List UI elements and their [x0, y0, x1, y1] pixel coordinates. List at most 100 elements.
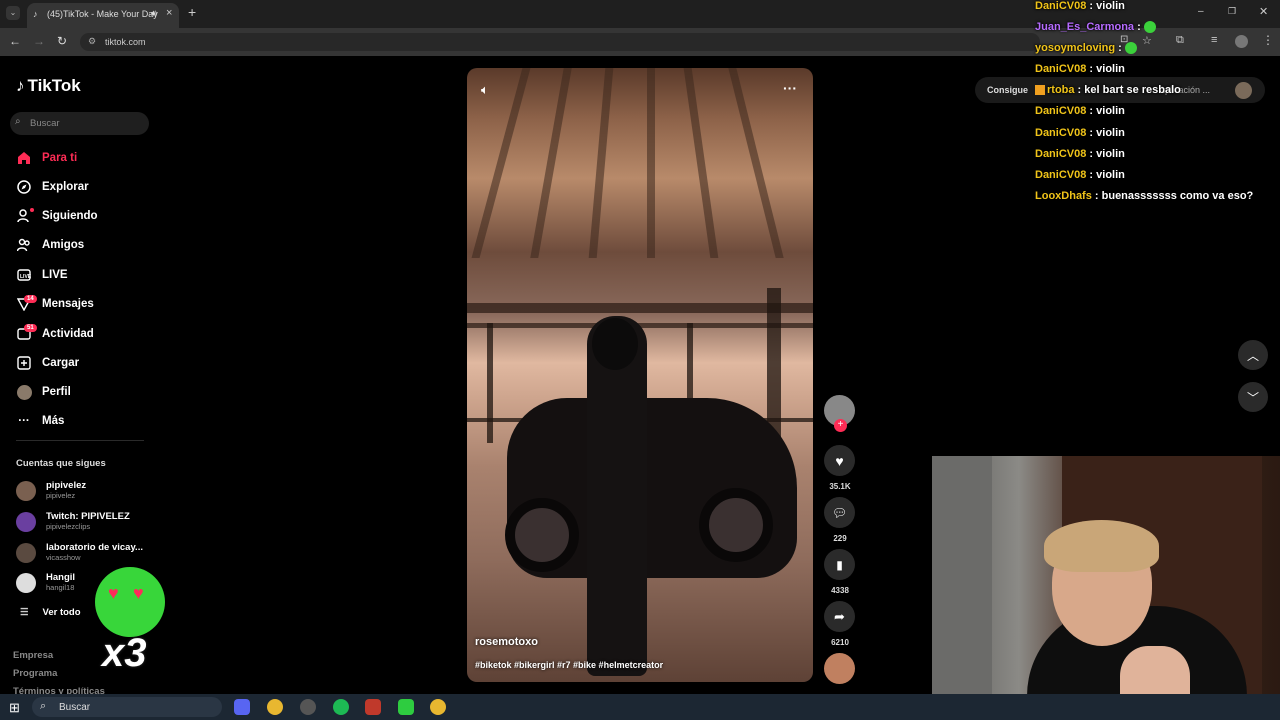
- save-button[interactable]: ▮: [824, 549, 855, 580]
- curtain: [932, 456, 992, 720]
- ceiling-rib: [530, 68, 572, 258]
- search-placeholder: Buscar: [30, 118, 60, 129]
- video-author[interactable]: rosemotoxo: [475, 636, 538, 648]
- chat-msg: violin: [1096, 63, 1125, 76]
- see-all-button[interactable]: ☰ Ver todo: [20, 607, 81, 618]
- speaker-icon[interactable]: 🔊︎: [151, 8, 157, 19]
- following-name: Twitch: PIPIVELEZ: [46, 511, 130, 522]
- heart-icon: ♥: [835, 452, 844, 469]
- new-tab-button[interactable]: +: [188, 4, 196, 20]
- spotify-icon[interactable]: [333, 699, 349, 715]
- obs-icon[interactable]: [300, 699, 316, 715]
- compass-icon: [16, 179, 32, 195]
- nav-amigos[interactable]: Amigos: [16, 233, 156, 257]
- footer-link-programa[interactable]: Programa: [13, 668, 57, 679]
- address-bar[interactable]: ⚙ tiktok.com: [80, 33, 1040, 51]
- nav-siguiendo[interactable]: Siguiendo: [16, 204, 156, 228]
- share-button[interactable]: ➦: [824, 601, 855, 632]
- chat-msg: violin: [1096, 105, 1125, 118]
- nav-perfil[interactable]: Perfil: [16, 380, 156, 404]
- rider: [587, 316, 647, 676]
- windows-start-icon[interactable]: ⊞: [9, 700, 20, 716]
- comment-button[interactable]: 💬︎: [824, 497, 855, 528]
- taskbar-search-label: Buscar: [59, 702, 91, 713]
- voicemod-icon[interactable]: [365, 699, 381, 715]
- emote-icon: [1143, 21, 1156, 34]
- follow-plus-icon[interactable]: +: [834, 419, 847, 432]
- chat-line: DaniCV08 : violin: [1035, 168, 1125, 181]
- search-icon: ⌕: [15, 116, 21, 127]
- chat-msg: violin: [1096, 126, 1125, 139]
- following-handle: vicasshow: [46, 553, 81, 562]
- chat-line: LooxDhafs : buenasssssss como va eso?: [1035, 189, 1254, 202]
- emote-icon: [1124, 42, 1137, 55]
- svg-text:LIVE: LIVE: [20, 274, 31, 280]
- following-dot: [30, 208, 34, 212]
- tab-tiktok[interactable]: ♪ (45)TikTok - Make Your Day 🔊︎ ×: [27, 3, 179, 28]
- nav-label: Amigos: [42, 239, 85, 251]
- volume-icon[interactable]: 🔈︎: [481, 82, 489, 98]
- chat-msg: buenasssssss como va eso?: [1101, 189, 1254, 202]
- reload-icon[interactable]: ↻: [57, 34, 67, 48]
- bookmark-icon: ▮: [836, 557, 843, 572]
- site-info-icon[interactable]: ⚙: [88, 36, 96, 47]
- nav-cargar[interactable]: Cargar: [16, 351, 156, 375]
- nav-live[interactable]: LIVE LIVE: [16, 263, 156, 287]
- chat-msg: kel bart se resbalo: [1084, 84, 1181, 97]
- video-caption[interactable]: #biketok #bikergirl #r7 #bike #helmetcre…: [475, 660, 663, 670]
- following-item[interactable]: laboratorio de vicay... vicasshow: [16, 541, 156, 565]
- forward-arrow-icon[interactable]: →: [33, 34, 45, 48]
- get-coins-button[interactable]: Consigue: [987, 85, 1028, 95]
- nav-para-ti[interactable]: Para ti: [16, 146, 156, 170]
- following-name: pipivelez: [46, 480, 87, 491]
- saves-count: 4338: [831, 586, 849, 595]
- beam: [467, 303, 813, 313]
- green-app-icon[interactable]: [398, 699, 414, 715]
- friends-icon: [16, 237, 32, 253]
- nav-label: Siguiendo: [42, 210, 98, 222]
- video-more-icon[interactable]: ···: [783, 80, 797, 96]
- tab-close-icon[interactable]: ×: [166, 7, 172, 19]
- chevron-up-icon: ︿: [1246, 348, 1259, 363]
- chat-user: rtoba: [1047, 84, 1075, 97]
- chat-line: DaniCV08 : violin: [1035, 147, 1125, 160]
- following-item[interactable]: pipivelez pipivelez: [16, 479, 156, 503]
- see-all-label: Ver todo: [42, 607, 81, 618]
- nav-label: Mensajes: [42, 298, 94, 310]
- chat-msg: violin: [1096, 168, 1125, 181]
- search-input[interactable]: ⌕ Buscar: [10, 112, 149, 135]
- next-video-button[interactable]: ﹀: [1238, 382, 1268, 412]
- nav-mensajes[interactable]: Mensajes: [16, 292, 156, 316]
- tiktok-logo[interactable]: ♪ TikTok: [16, 76, 81, 96]
- chat-user: DaniCV08: [1035, 0, 1087, 12]
- nav-actividad[interactable]: Actividad: [16, 322, 156, 346]
- like-button[interactable]: ♥: [824, 445, 855, 476]
- logo-text: TikTok: [27, 76, 81, 95]
- back-arrow-icon[interactable]: ←: [9, 34, 21, 48]
- chat-line: Juan_Es_Carmona :: [1035, 21, 1280, 42]
- chrome-active-icon[interactable]: [430, 699, 446, 715]
- following-name: Hangil: [46, 572, 76, 583]
- footer-link-empresa[interactable]: Empresa: [13, 650, 53, 661]
- nav-label: Cargar: [42, 357, 80, 369]
- sound-disc[interactable]: [824, 653, 855, 684]
- pillar: [487, 323, 493, 443]
- taskbar-search[interactable]: ⌕ Buscar: [32, 697, 222, 717]
- previous-video-button[interactable]: ︿: [1238, 340, 1268, 370]
- chat-user: DaniCV08: [1035, 168, 1087, 181]
- avatar: [16, 543, 36, 563]
- streamer-webcam: [932, 456, 1280, 720]
- nav-mas[interactable]: ··· Más: [16, 409, 156, 433]
- discord-icon[interactable]: [234, 699, 250, 715]
- video-player[interactable]: 🔈︎ ··· rosemotoxo #biketok #bikergirl #r…: [467, 68, 813, 682]
- nav-label: Para ti: [42, 152, 78, 164]
- chat-line: DaniCV08 : violin: [1035, 126, 1125, 139]
- tab-list-button[interactable]: ⌄: [6, 6, 20, 20]
- chrome-icon[interactable]: [267, 699, 283, 715]
- nav-explorar[interactable]: Explorar: [16, 175, 156, 199]
- badge-icon: [1035, 85, 1045, 96]
- chat-line: DaniCV08 : violin: [1035, 0, 1125, 12]
- profile-icon: [16, 384, 32, 400]
- messages-badge: 14: [24, 295, 37, 303]
- following-item[interactable]: Twitch: PIPIVELEZ pipivelezclips: [16, 510, 156, 534]
